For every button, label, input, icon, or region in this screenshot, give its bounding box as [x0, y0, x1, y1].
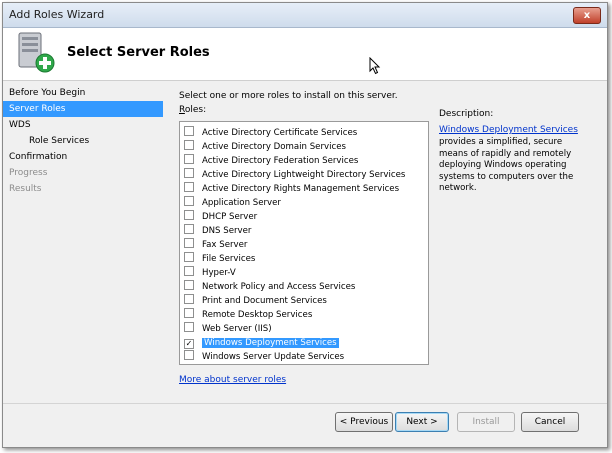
- role-label: Hyper-V: [202, 268, 236, 278]
- checkbox-checked[interactable]: ✓: [184, 339, 194, 349]
- window-title: Add Roles Wizard: [9, 8, 105, 21]
- roles-list[interactable]: Active Directory Certificate Services Act…: [179, 121, 429, 365]
- checkbox[interactable]: [184, 210, 194, 220]
- role-item[interactable]: ✓ Windows Deployment Services: [184, 336, 339, 350]
- checkbox[interactable]: [184, 182, 194, 192]
- role-item[interactable]: Remote Desktop Services: [184, 308, 312, 322]
- close-button[interactable]: x: [573, 7, 601, 24]
- next-button[interactable]: Next >: [395, 412, 449, 432]
- role-label: Fax Server: [202, 240, 248, 250]
- checkbox[interactable]: [184, 196, 194, 206]
- role-label: Print and Document Services: [202, 296, 327, 306]
- install-button: Install: [457, 412, 515, 432]
- role-label: Network Policy and Access Services: [202, 282, 356, 292]
- description-label: Description:: [439, 109, 494, 119]
- add-roles-wizard-window: Add Roles Wizard x Select Server Roles B…: [2, 2, 608, 448]
- role-label: Active Directory Rights Management Servi…: [202, 184, 400, 194]
- mouse-cursor-icon: [369, 57, 381, 75]
- wizard-navigation: Before You Begin Server Roles WDS Role S…: [3, 85, 163, 197]
- role-item[interactable]: Network Policy and Access Services: [184, 280, 355, 294]
- nav-item-before-you-begin[interactable]: Before You Begin: [3, 85, 163, 101]
- roles-label: Roles:: [179, 105, 207, 115]
- footer-divider: [3, 403, 607, 404]
- cancel-button[interactable]: Cancel: [521, 412, 579, 432]
- page-title: Select Server Roles: [67, 45, 210, 60]
- server-add-icon: [18, 32, 55, 73]
- role-item[interactable]: Active Directory Certificate Services: [184, 126, 357, 140]
- role-item[interactable]: DHCP Server: [184, 210, 257, 224]
- checkbox[interactable]: [184, 308, 194, 318]
- checkbox[interactable]: [184, 266, 194, 276]
- role-label: File Services: [202, 254, 256, 264]
- role-label: Remote Desktop Services: [202, 310, 313, 320]
- role-label: Windows Deployment Services: [202, 338, 339, 348]
- role-item[interactable]: Web Server (IIS): [184, 322, 272, 336]
- role-item[interactable]: Application Server: [184, 196, 281, 210]
- wizard-header: Select Server Roles: [3, 28, 607, 81]
- checkbox[interactable]: [184, 350, 194, 360]
- nav-item-progress: Progress: [9, 168, 48, 178]
- role-label: DNS Server: [202, 226, 252, 236]
- role-item[interactable]: File Services: [184, 252, 255, 266]
- role-label: Windows Server Update Services: [202, 352, 345, 362]
- checkbox[interactable]: [184, 140, 194, 150]
- checkbox[interactable]: [184, 238, 194, 248]
- role-label: Web Server (IIS): [202, 324, 272, 334]
- role-label: Active Directory Lightweight Directory S…: [202, 170, 406, 180]
- checkbox[interactable]: [184, 126, 194, 136]
- role-item[interactable]: Active Directory Federation Services: [184, 154, 358, 168]
- role-label: Active Directory Federation Services: [202, 156, 359, 166]
- instruction-text: Select one or more roles to install on t…: [179, 91, 398, 101]
- role-item[interactable]: Windows Server Update Services: [184, 350, 344, 364]
- role-item[interactable]: Active Directory Domain Services: [184, 140, 346, 154]
- checkbox[interactable]: [184, 294, 194, 304]
- nav-item-wds[interactable]: WDS: [3, 117, 163, 133]
- checkbox[interactable]: [184, 322, 194, 332]
- nav-item-role-services[interactable]: Role Services: [3, 133, 163, 149]
- checkbox[interactable]: [184, 280, 194, 290]
- checkbox[interactable]: [184, 154, 194, 164]
- role-item[interactable]: Active Directory Lightweight Directory S…: [184, 168, 405, 182]
- more-about-server-roles-link[interactable]: More about server roles: [179, 375, 286, 385]
- checkbox[interactable]: [184, 252, 194, 262]
- nav-item-confirmation[interactable]: Confirmation: [3, 149, 163, 165]
- role-label: Active Directory Certificate Services: [202, 128, 358, 138]
- previous-button[interactable]: < Previous: [335, 412, 393, 432]
- role-item[interactable]: Print and Document Services: [184, 294, 327, 308]
- nav-item-server-roles[interactable]: Server Roles: [3, 101, 163, 117]
- role-label: Application Server: [202, 198, 281, 208]
- description-link[interactable]: Windows Deployment Services: [439, 125, 578, 135]
- role-label: DHCP Server: [202, 212, 258, 222]
- nav-item-results: Results: [9, 184, 42, 194]
- role-item[interactable]: Fax Server: [184, 238, 247, 252]
- close-icon: x: [583, 10, 591, 21]
- title-bar[interactable]: Add Roles Wizard x: [3, 3, 607, 28]
- role-item[interactable]: Active Directory Rights Management Servi…: [184, 182, 399, 196]
- role-item[interactable]: Hyper-V: [184, 266, 236, 280]
- checkbox[interactable]: [184, 224, 194, 234]
- role-label: Active Directory Domain Services: [202, 142, 346, 152]
- role-item[interactable]: DNS Server: [184, 224, 251, 238]
- checkbox[interactable]: [184, 168, 194, 178]
- description-text: provides a simplified, secure means of r…: [439, 137, 574, 193]
